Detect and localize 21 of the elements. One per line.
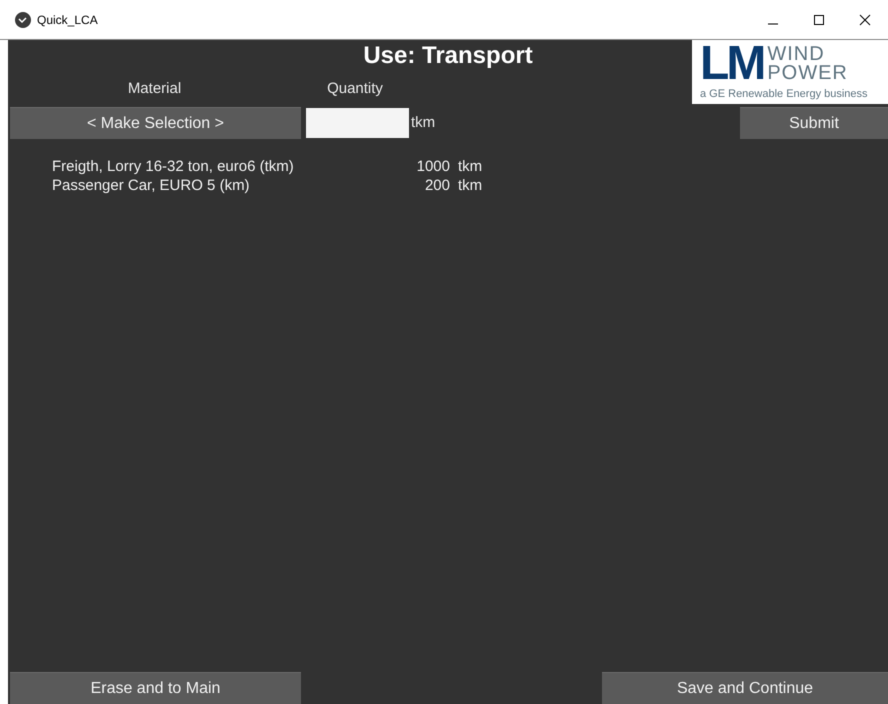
- item-unit: tkm: [458, 158, 484, 175]
- item-unit: tkm: [458, 177, 484, 194]
- item-name: Freigth, Lorry 16-32 ton, euro6 (tkm): [52, 158, 295, 175]
- item-quantity: 1000: [416, 158, 450, 175]
- logo-tagline: a GE Renewable Energy business: [700, 88, 869, 100]
- logo-mark: LM: [700, 40, 764, 88]
- page-heading: Use: Transport: [363, 42, 533, 70]
- submit-button[interactable]: Submit: [740, 107, 888, 139]
- save-button[interactable]: Save and Continue: [602, 672, 888, 704]
- item-quantity: 200: [424, 177, 450, 194]
- column-label: Material: [128, 80, 182, 96]
- window-title: Quick_LCA: [37, 12, 99, 26]
- app-icon: [15, 12, 31, 28]
- selection-button[interactable]: < Make Selection >: [10, 107, 301, 139]
- column-label: Quantity: [327, 80, 383, 96]
- quantity-field[interactable]: [306, 108, 409, 138]
- logo-word: POWER: [767, 64, 848, 82]
- erase-button[interactable]: Erase and to Main: [10, 672, 301, 704]
- item-name: Passenger Car, EURO 5 (km): [52, 177, 251, 194]
- unit-label: tkm: [411, 114, 436, 131]
- logo-word: WIND: [767, 44, 826, 64]
